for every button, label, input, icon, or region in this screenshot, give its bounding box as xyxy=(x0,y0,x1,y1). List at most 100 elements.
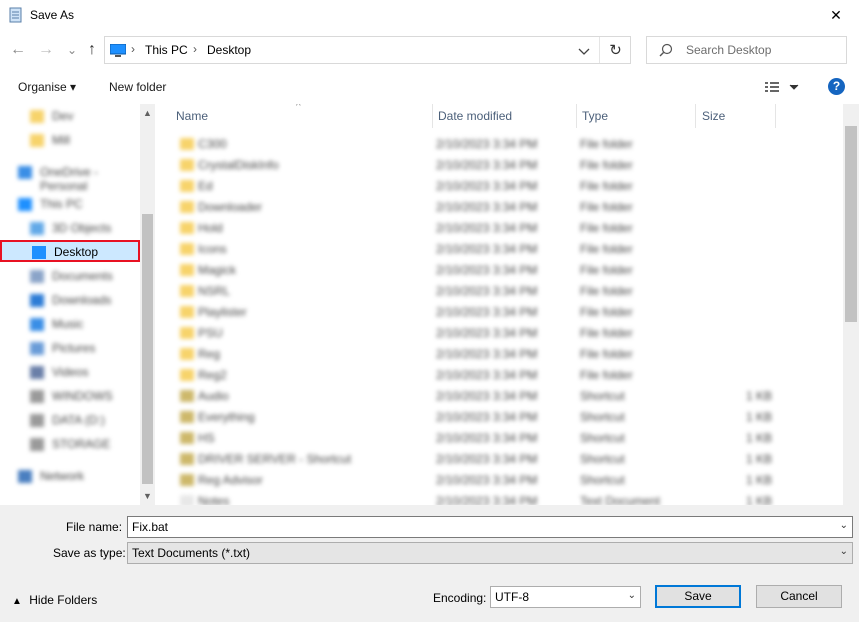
sidebar-scroll-thumb[interactable] xyxy=(142,214,153,484)
sidebar-item-music[interactable]: Music xyxy=(0,314,140,336)
table-row[interactable]: CrystalDiskInfo 2/10/2023 3:34 PM File fol… xyxy=(156,155,843,176)
table-row[interactable]: C300 2/10/2023 3:34 PM File folder xyxy=(156,134,843,155)
close-button[interactable]: ✕ xyxy=(813,0,859,30)
table-row[interactable]: Hold 2/10/2023 3:34 PM File folder xyxy=(156,218,843,239)
sidebar-item-windows[interactable]: WINDOWS xyxy=(0,386,140,408)
table-row[interactable]: Reg 2/10/2023 3:34 PM File folder xyxy=(156,344,843,365)
sidebar-item-label: Downloads xyxy=(52,293,112,307)
column-date-modified[interactable]: Date modified xyxy=(438,109,512,123)
scroll-down-icon[interactable]: ▼ xyxy=(140,489,155,503)
sidebar-scrollbar[interactable]: ▲ ▼ xyxy=(140,104,155,505)
filename-input[interactable]: Fix.bat ⌄ xyxy=(127,516,853,538)
table-row[interactable]: PSU 2/10/2023 3:34 PM File folder xyxy=(156,323,843,344)
chevron-down-icon[interactable] xyxy=(575,43,593,59)
table-row[interactable]: Ed 2/10/2023 3:34 PM File folder xyxy=(156,176,843,197)
file-type: Shortcut xyxy=(580,452,625,466)
filelist-scroll-thumb[interactable] xyxy=(845,126,857,322)
hide-folders-button[interactable]: ▲ Hide Folders xyxy=(12,593,97,607)
table-row[interactable]: Playlister 2/10/2023 3:34 PM File folder xyxy=(156,302,843,323)
sidebar-item-dev[interactable]: Dev xyxy=(0,106,140,128)
address-bar[interactable]: › This PC › Desktop ↻ xyxy=(104,36,631,64)
sidebar-item-onedrive-personal[interactable]: OneDrive - Personal xyxy=(0,162,140,193)
refresh-button[interactable]: ↻ xyxy=(599,37,631,63)
desktop-icon xyxy=(32,246,46,259)
chevron-down-icon[interactable]: ⌄ xyxy=(628,590,636,601)
column-name[interactable]: Name xyxy=(176,109,208,123)
folder-icon xyxy=(180,180,194,192)
chevron-down-icon[interactable]: ⌄ xyxy=(840,546,848,557)
up-button[interactable]: ↑ xyxy=(82,40,102,60)
sidebar-item-label: Dev xyxy=(52,109,74,123)
file-name: DRIVER SERVER - Shortcut xyxy=(198,452,352,466)
file-type: Shortcut xyxy=(580,473,625,487)
scroll-up-icon[interactable]: ▲ xyxy=(140,106,155,120)
shortcut-icon xyxy=(180,390,194,402)
table-row[interactable]: Notes 2/10/2023 3:34 PM Text Document 1 KB xyxy=(156,491,843,505)
sidebar-item-this-pc[interactable]: This PC xyxy=(0,194,140,216)
save-type-value: Text Documents (*.txt) xyxy=(132,546,251,560)
sidebar-item-label: Pictures xyxy=(52,341,96,355)
filelist-scrollbar[interactable] xyxy=(843,104,859,505)
sidebar-item-mill[interactable]: Mill xyxy=(0,130,140,152)
navigation-bar: ← → ⌄ ↑ › This PC › Desktop ↻ Search Des… xyxy=(0,32,859,68)
column-type[interactable]: Type xyxy=(582,109,608,123)
table-row[interactable]: HS 2/10/2023 3:34 PM Shortcut 1 KB xyxy=(156,428,843,449)
encoding-select[interactable]: UTF-8 ⌄ xyxy=(490,586,641,608)
videos-icon xyxy=(30,366,44,379)
shortcut-icon xyxy=(180,432,194,444)
column-size[interactable]: Size xyxy=(702,109,725,123)
sidebar-item-videos[interactable]: Videos xyxy=(0,362,140,384)
forward-arrow-icon: → xyxy=(38,41,54,58)
recent-locations-button[interactable]: ⌄ xyxy=(62,40,82,60)
file-date: 2/10/2023 3:34 PM xyxy=(436,242,538,256)
sidebar-item-label: Mill xyxy=(52,133,70,147)
save-button[interactable]: Save xyxy=(655,585,741,608)
forward-button[interactable]: → xyxy=(36,40,56,60)
view-options-icon[interactable] xyxy=(764,78,804,96)
table-row[interactable]: Reg Advisor 2/10/2023 3:34 PM Shortcut 1 KB xyxy=(156,470,843,491)
breadcrumb-this-pc[interactable]: This PC xyxy=(145,43,188,57)
sidebar-item-label: OneDrive - Personal xyxy=(40,165,99,193)
file-name: C300 xyxy=(198,137,227,151)
sidebar-item-network[interactable]: Network xyxy=(0,466,140,488)
title-bar: Save As ✕ xyxy=(0,0,859,30)
file-name: Playlister xyxy=(198,305,247,319)
search-box[interactable]: Search Desktop xyxy=(646,36,847,64)
sidebar-item-data-d[interactable]: DATA (D:) xyxy=(0,410,140,432)
sidebar-item-pictures[interactable]: Pictures xyxy=(0,338,140,360)
cancel-button[interactable]: Cancel xyxy=(756,585,842,608)
folder-icon xyxy=(180,201,194,213)
sidebar-item-desktop[interactable]: Desktop xyxy=(0,240,140,262)
back-button[interactable]: ← xyxy=(8,40,28,60)
refresh-icon: ↻ xyxy=(609,42,622,59)
breadcrumb-desktop[interactable]: Desktop xyxy=(207,43,251,57)
help-button[interactable]: ? xyxy=(828,78,845,95)
organise-button[interactable]: Organise ▾ xyxy=(18,80,76,94)
sidebar-item-documents[interactable]: Documents xyxy=(0,266,140,288)
file-name: Ed xyxy=(198,179,213,193)
file-name: Reg2 xyxy=(198,368,227,382)
file-date: 2/10/2023 3:34 PM xyxy=(436,368,538,382)
file-size: 1 KB xyxy=(746,473,773,487)
table-row[interactable]: Downloader 2/10/2023 3:34 PM File folder xyxy=(156,197,843,218)
sidebar-item-3d-objects[interactable]: 3D Objects xyxy=(0,218,140,240)
chevron-down-icon[interactable]: ⌄ xyxy=(840,520,848,531)
sidebar-item-downloads[interactable]: Downloads xyxy=(0,290,140,312)
table-row[interactable]: Everything 2/10/2023 3:34 PM Shortcut 1 KB xyxy=(156,407,843,428)
folder-icon xyxy=(180,243,194,255)
table-row[interactable]: Magick 2/10/2023 3:34 PM File folder xyxy=(156,260,843,281)
file-name: CrystalDiskInfo xyxy=(198,158,279,172)
table-row[interactable]: Audio 2/10/2023 3:34 PM Shortcut 1 KB xyxy=(156,386,843,407)
table-row[interactable]: DRIVER SERVER - Shortcut 2/10/2023 3:34 P… xyxy=(156,449,843,470)
table-row[interactable]: NSRL 2/10/2023 3:34 PM File folder xyxy=(156,281,843,302)
sidebar-item-storage[interactable]: STORAGE xyxy=(0,434,140,456)
notepad-icon xyxy=(9,7,22,23)
column-header: ^ Name Date modified Type Size xyxy=(156,104,843,128)
table-row[interactable]: Reg2 2/10/2023 3:34 PM File folder xyxy=(156,365,843,386)
new-folder-button[interactable]: New folder xyxy=(109,80,166,94)
table-row[interactable]: Icons 2/10/2023 3:34 PM File folder xyxy=(156,239,843,260)
search-input[interactable]: Search Desktop xyxy=(686,43,771,57)
file-name: HS xyxy=(198,431,215,445)
file-name: Magick xyxy=(198,263,237,277)
save-type-select[interactable]: Text Documents (*.txt) ⌄ xyxy=(127,542,853,564)
